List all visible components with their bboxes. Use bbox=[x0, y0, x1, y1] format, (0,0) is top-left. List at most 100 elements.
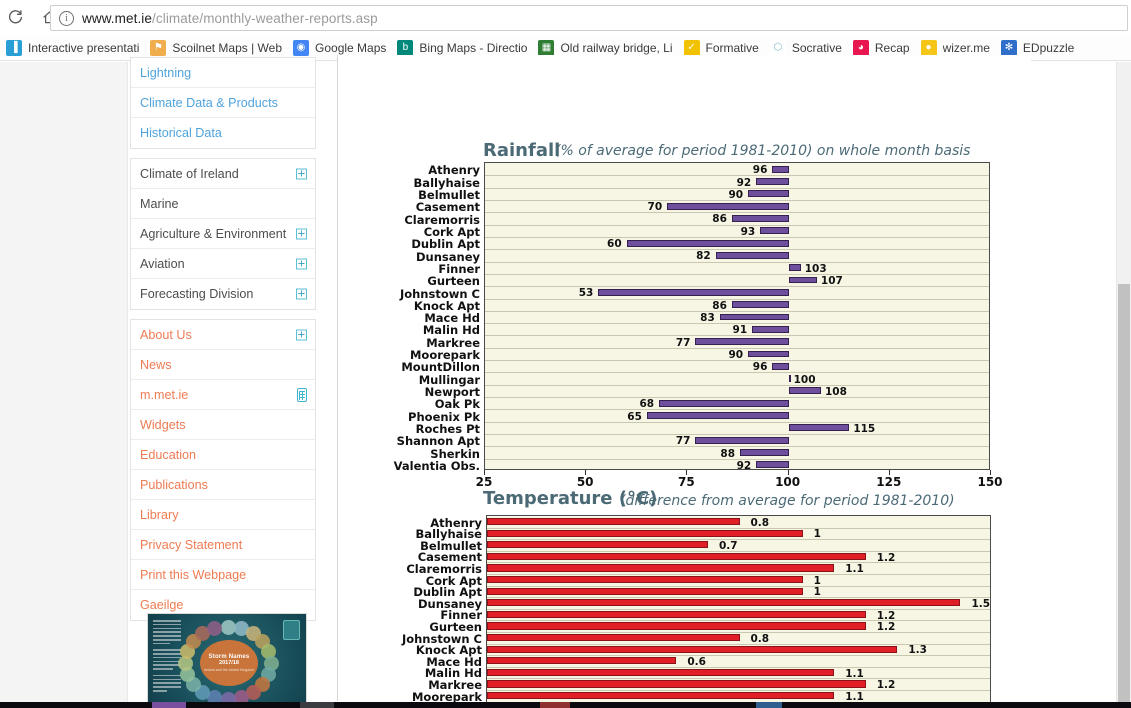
gutter-divider bbox=[127, 62, 128, 708]
expand-plus-icon[interactable]: + bbox=[296, 288, 307, 300]
grid-line bbox=[487, 550, 990, 552]
sidebar-group: Lightning Climate Data & Products Historic… bbox=[130, 57, 316, 149]
sidebar-item-climate-data-products[interactable]: Climate Data & Products bbox=[131, 88, 315, 118]
address-bar[interactable]: i www.met.ie/climate/monthly-weather-rep… bbox=[50, 5, 1128, 31]
sidebar-item-news[interactable]: News bbox=[131, 350, 315, 380]
formative-favicon: ✓ bbox=[683, 39, 700, 56]
temperature-value-label: 1.1 bbox=[845, 690, 864, 703]
bookmark-item[interactable]: ⚑ Scoilnet Maps | Web bbox=[146, 37, 289, 59]
storm-names-promo-image[interactable]: Storm Names 2017/18 Ireland and the Unit… bbox=[147, 613, 307, 708]
url-path: /climate/monthly-weather-reports.asp bbox=[152, 10, 378, 26]
url-host: www.met.ie bbox=[82, 10, 153, 26]
temperature-bar bbox=[487, 668, 835, 677]
taskbar-item[interactable] bbox=[152, 702, 186, 708]
expand-plus-icon[interactable]: + bbox=[296, 258, 307, 269]
x-axis-tick-label: 125 bbox=[876, 475, 902, 489]
rainfall-value-label: 90 bbox=[728, 349, 744, 361]
bing-favicon: b bbox=[397, 39, 414, 56]
sidebar-item-print-this-webpage[interactable]: Print this Webpage bbox=[131, 560, 315, 590]
bookmark-label: Old railway bridge, Li bbox=[560, 40, 673, 55]
grid-line bbox=[487, 562, 990, 564]
expand-plus-icon[interactable]: + bbox=[296, 168, 307, 179]
rainfall-value-label: 107 bbox=[820, 275, 843, 288]
socrative-favicon: ⬡ bbox=[769, 39, 786, 56]
sidebar-item-label: Education bbox=[140, 447, 197, 462]
rainfall-bar bbox=[772, 165, 789, 173]
bar-chart-favicon: ▐ bbox=[6, 39, 22, 56]
sidebar-item-about-us[interactable]: About Us + bbox=[131, 320, 315, 350]
rainfall-value-label: 60 bbox=[607, 238, 622, 251]
sidebar-item-aviation[interactable]: Aviation + bbox=[131, 249, 315, 279]
expand-plus-icon[interactable]: + bbox=[296, 329, 307, 340]
temperature-bar bbox=[487, 518, 740, 526]
sidebar-item-marine[interactable]: Marine bbox=[131, 189, 315, 219]
taskbar-item[interactable] bbox=[300, 702, 334, 708]
sidebar-item-label: Print this Webpage bbox=[140, 567, 247, 582]
sidebar-item-publications[interactable]: Publications bbox=[131, 470, 315, 500]
x-axis-tick-label: 150 bbox=[977, 475, 1003, 489]
sidebar-item-label: Agriculture & Environment bbox=[140, 226, 287, 241]
sidebar-item-m-met-ie[interactable]: m.met.ie bbox=[131, 380, 315, 410]
sidebar-item-privacy-statement[interactable]: Privacy Statement bbox=[131, 530, 315, 560]
rainfall-station-label: Dublin Apt bbox=[411, 237, 480, 252]
rainfall-bar bbox=[731, 301, 789, 309]
rainfall-value-label: 90 bbox=[728, 188, 744, 201]
sidebar-item-agriculture-environment[interactable]: Agriculture & Environment + bbox=[131, 219, 315, 249]
sidebar-item-forecasting-division[interactable]: Forecasting Division + bbox=[131, 279, 315, 309]
rainfall-value-label: 91 bbox=[732, 324, 748, 337]
temperature-value-label: 0.8 bbox=[750, 632, 770, 645]
sidebar-item-education[interactable]: Education bbox=[131, 440, 315, 470]
temperature-bar bbox=[487, 622, 866, 630]
expand-plus-icon[interactable]: + bbox=[296, 228, 307, 239]
promo-core-label: Storm Names 2017/18 Ireland and the Unit… bbox=[200, 640, 258, 686]
sidebar-item-lightning[interactable]: Lightning bbox=[131, 58, 315, 88]
grid-line bbox=[487, 597, 990, 599]
bookmark-item[interactable]: ▐ Interactive presentati bbox=[2, 37, 146, 59]
temperature-bar bbox=[487, 610, 866, 619]
temperature-value-label: 1 bbox=[813, 586, 821, 599]
rainfall-bar bbox=[756, 461, 789, 469]
grid-line bbox=[485, 397, 989, 399]
vertical-scrollbar-thumb[interactable] bbox=[1118, 284, 1130, 708]
rainfall-chart-title: Rainfall bbox=[483, 140, 561, 161]
wizer-favicon: ● bbox=[920, 39, 937, 56]
sidebar-item-library[interactable]: Library bbox=[131, 500, 315, 530]
temperature-bar bbox=[487, 599, 961, 607]
promo-subtitle: Ireland and the United Kingdom bbox=[203, 667, 255, 672]
rainfall-value-label: 96 bbox=[752, 164, 768, 177]
rainfall-plot-area bbox=[484, 162, 990, 470]
bookmark-label: wizer.me bbox=[942, 40, 990, 55]
sidebar-item-label: Widgets bbox=[140, 417, 186, 432]
recap-favicon: ◕ bbox=[852, 39, 869, 56]
vertical-scrollbar[interactable] bbox=[1116, 62, 1131, 708]
bookmark-label: Recap bbox=[874, 40, 910, 55]
mobile-phone-icon bbox=[297, 387, 307, 402]
temperature-bar bbox=[487, 645, 898, 653]
temperature-value-label: 1.2 bbox=[876, 609, 896, 622]
rainfall-value-label: 82 bbox=[696, 250, 711, 263]
rainfall-value-label: 77 bbox=[675, 435, 691, 448]
grid-line bbox=[485, 249, 989, 251]
taskbar-item[interactable] bbox=[756, 702, 782, 708]
grid-line bbox=[485, 212, 989, 214]
x-axis-tick-label: 25 bbox=[475, 475, 493, 489]
reload-icon[interactable] bbox=[0, 3, 30, 33]
grid-line bbox=[487, 608, 990, 610]
sidebar-item-climate-of-ireland[interactable]: Climate of Ireland + bbox=[131, 159, 315, 189]
met-eireann-logo-icon bbox=[283, 620, 300, 640]
sidebar-item-historical-data[interactable]: Historical Data bbox=[131, 118, 315, 148]
rainfall-value-label: 100 bbox=[793, 373, 816, 386]
sidebar-item-widgets[interactable]: Widgets bbox=[131, 410, 315, 440]
bookmark-label: Scoilnet Maps | Web bbox=[172, 40, 283, 55]
grid-line bbox=[485, 446, 989, 448]
sidebar-item-label: Lightning bbox=[140, 65, 192, 80]
taskbar-item[interactable] bbox=[540, 702, 570, 708]
site-info-icon[interactable]: i bbox=[59, 10, 74, 26]
rainfall-value-label: 103 bbox=[804, 262, 827, 275]
rainfall-bar bbox=[748, 190, 789, 198]
content-left-border bbox=[337, 55, 338, 701]
rainfall-bar bbox=[788, 264, 801, 272]
rainfall-bar bbox=[752, 325, 789, 333]
sidebar-item-label: Forecasting Division bbox=[140, 287, 254, 301]
storm-name-bubble bbox=[207, 621, 223, 637]
